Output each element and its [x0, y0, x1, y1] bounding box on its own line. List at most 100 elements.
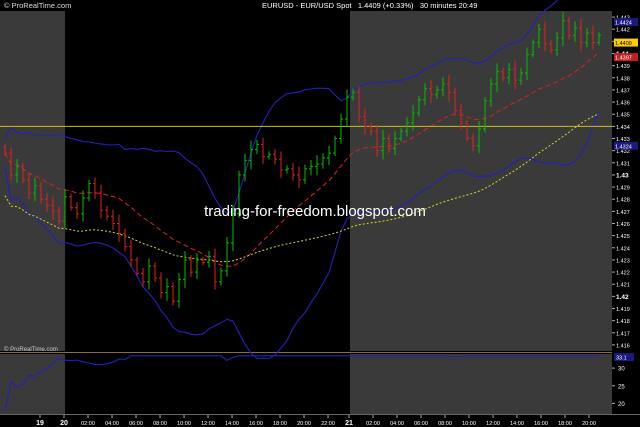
price-bar [123, 228, 127, 252]
y-tick-label: 1.437 [616, 88, 630, 94]
price-bar [309, 159, 313, 176]
watermark: trading-for-freedom.blogspot.com [204, 203, 426, 220]
x-tick-label: 02:00 [81, 421, 95, 427]
price-bar [249, 140, 253, 170]
price-bar [87, 179, 91, 202]
osc-value-tag: 33.1 [616, 356, 627, 362]
price-bar [285, 165, 289, 174]
price-bar [339, 113, 343, 144]
price-bar [201, 257, 205, 266]
y-tick-label: 1.431 [616, 161, 630, 167]
price-bar [81, 190, 85, 222]
x-tick-label: 16:00 [249, 421, 263, 427]
x-tick-label: 18:00 [558, 421, 572, 427]
osc-y-tick-label: 20 [618, 402, 625, 408]
last-price-tag: 1.4409 [615, 41, 632, 47]
chart-window: © ProRealTime.com EURUSD - EUR/USD Spot … [0, 0, 640, 427]
x-tick-label: 06:00 [414, 421, 428, 427]
x-tick-label: 10:00 [462, 421, 476, 427]
osc-y-tick-label: 25 [618, 384, 625, 390]
price-bar [171, 282, 175, 306]
osc-y-tick-label: 30 [618, 367, 625, 373]
price-bar [225, 237, 229, 277]
footer-site-label: © ProRealTime.com [4, 346, 58, 353]
x-tick-label: 12:00 [201, 421, 215, 427]
y-tick-label: 1.438 [616, 76, 630, 82]
y-tick-label: 1.429 [616, 186, 630, 192]
price-bar [75, 202, 79, 220]
price-bar [195, 252, 199, 280]
price-bar [117, 214, 121, 243]
x-tick-label: 18:00 [273, 421, 287, 427]
y-tick-label: 1.439 [616, 64, 630, 70]
price-bar [345, 89, 349, 127]
price-bar [105, 206, 109, 221]
osc-session-shade-day21 [350, 354, 612, 414]
x-tick-label: 14:00 [225, 421, 239, 427]
price-bar [261, 137, 265, 164]
x-tick-label: 22:00 [321, 421, 335, 427]
price-bar [111, 209, 115, 230]
y-tick-label: 1.418 [616, 319, 630, 325]
price-bar [327, 145, 331, 166]
red-ma-tag: 1.4397 [615, 56, 632, 62]
price-bar [177, 272, 181, 308]
x-tick-label: 08:00 [438, 421, 452, 427]
price-bar [147, 258, 151, 290]
x-tick-label: 19 [36, 420, 44, 427]
price-bar [69, 193, 73, 211]
x-tick-label: 04:00 [105, 421, 119, 427]
osc-session-shade-day19 [0, 354, 65, 414]
price-bar [279, 151, 283, 178]
x-tick-label: 12:00 [486, 421, 500, 427]
x-tick-label: 20 [60, 420, 68, 427]
price-bar [291, 162, 295, 181]
y-tick-label: 1.442 [616, 28, 630, 34]
price-bar [93, 177, 97, 200]
price-bar [165, 278, 169, 301]
x-tick-label: 21 [345, 420, 353, 427]
price-bar [99, 184, 103, 219]
x-tick-label: 04:00 [390, 421, 404, 427]
price-bar [219, 267, 223, 286]
price-bar [333, 135, 337, 156]
right-axis-background [612, 11, 640, 427]
price-bar [207, 250, 211, 268]
y-tick-label: 1.426 [616, 222, 630, 228]
upper-band-tag: 1.4424 [615, 20, 632, 26]
price-bar [213, 248, 217, 290]
x-tick-label: 10:00 [177, 421, 191, 427]
price-bar [273, 148, 277, 165]
y-tick-label: 1.422 [616, 271, 630, 277]
y-tick-label: 1.434 [616, 125, 630, 131]
y-tick-label: 1.427 [616, 210, 630, 216]
price-bar [255, 139, 259, 155]
y-tick-label: 1.416 [616, 343, 630, 349]
y-tick-label: 1.42 [616, 294, 629, 301]
price-bar [153, 262, 157, 282]
x-tick-label: 06:00 [129, 421, 143, 427]
y-tick-label: 1.425 [616, 234, 630, 240]
x-tick-label: 02:00 [366, 421, 380, 427]
price-bar [183, 251, 187, 289]
price-bar [267, 151, 271, 160]
y-tick-label: 1.417 [616, 331, 630, 337]
price-bar [303, 164, 307, 184]
y-tick-label: 1.424 [616, 246, 630, 252]
x-tick-label: 20:00 [582, 421, 596, 427]
session-shade-day19 [0, 11, 65, 351]
y-tick-label: 1.421 [616, 283, 630, 289]
x-tick-label: 20:00 [297, 421, 311, 427]
price-bar [321, 153, 325, 169]
y-tick-label: 1.436 [616, 101, 630, 107]
y-tick-label: 1.435 [616, 113, 630, 119]
y-tick-label: 1.43 [616, 172, 629, 179]
x-tick-label: 16:00 [534, 421, 548, 427]
price-chart[interactable]: 1.4431.4421.4411.441.4391.4381.4371.4361… [0, 0, 640, 427]
price-bar [297, 166, 301, 189]
y-tick-label: 1.423 [616, 258, 630, 264]
x-tick-label: 14:00 [510, 421, 524, 427]
y-tick-label: 1.419 [616, 307, 630, 313]
y-tick-label: 1.428 [616, 198, 630, 204]
price-bar [315, 155, 319, 176]
